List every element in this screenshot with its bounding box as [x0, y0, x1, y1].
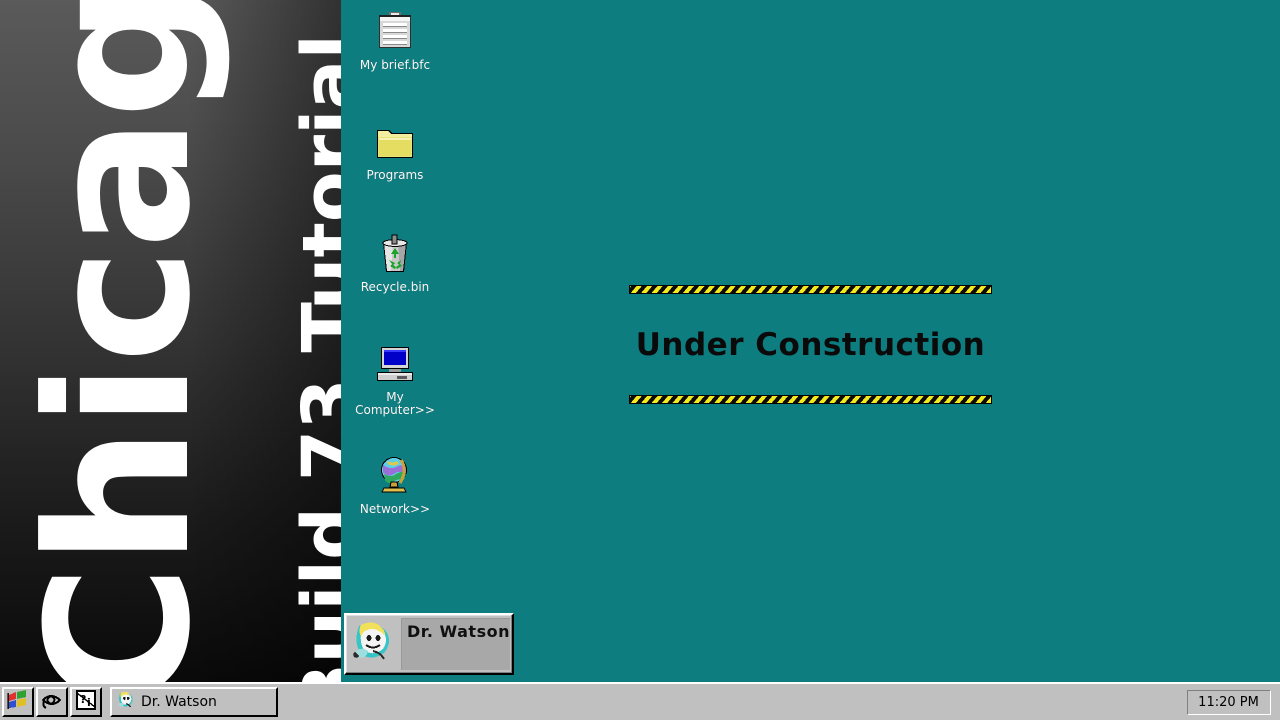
eye-find-icon: [40, 690, 64, 715]
hazard-stripe-bottom: [629, 395, 992, 404]
desktop-icon-programs[interactable]: Programs: [343, 118, 447, 182]
my-computer-icon: [371, 340, 419, 388]
dr-watson-titlebar[interactable]: Dr. Watson: [401, 618, 510, 670]
taskbar-task-label: Dr. Watson: [141, 694, 217, 710]
taskbar-task-dr-watson[interactable]: Dr. Watson: [110, 687, 278, 717]
dr-watson-icon: [349, 618, 397, 666]
dr-watson-window[interactable]: Dr. Watson: [344, 613, 514, 675]
desktop-icon-network[interactable]: Network>>: [343, 452, 447, 516]
dr-watson-title-text: Dr. Watson: [407, 622, 510, 641]
under-construction-banner: Under Construction: [629, 285, 992, 404]
briefcase-icon: [371, 8, 419, 56]
network-globe-icon: [371, 452, 419, 500]
desktop-icon-label: Programs: [366, 168, 424, 182]
system-tray: 11:20 PM: [1177, 682, 1280, 720]
hazard-stripe-top: [629, 285, 992, 294]
brand-main-title: Chicago: [6, 0, 234, 708]
start-button[interactable]: [2, 687, 34, 717]
recycle-bin-icon: [371, 230, 419, 278]
desktop-icon-label-line2: Computer>>: [355, 403, 435, 417]
desktop-icon-label: Network>>: [359, 502, 431, 516]
desktop-icon-label: Recycle.bin: [360, 280, 430, 294]
dr-watson-icon: [116, 690, 136, 715]
windows-flag-icon: [7, 689, 29, 715]
branding-panel: Chicago Build 73 Tutorial: [0, 0, 341, 720]
desktop-icon-label: My brief.bfc: [359, 58, 431, 72]
desktop-icon-recycle-bin[interactable]: Recycle.bin: [343, 230, 447, 294]
find-button[interactable]: [36, 687, 68, 717]
desktop-surface[interactable]: My brief.bfc Programs Recycle.bin My Com…: [341, 0, 1280, 720]
folder-icon: [371, 118, 419, 166]
desktop-icon-my-brief[interactable]: My brief.bfc: [343, 8, 447, 72]
taskbar-filler: [939, 682, 1177, 720]
question-info-icon: ? i: [75, 689, 97, 715]
help-button[interactable]: ? i: [70, 687, 102, 717]
taskbar-clock[interactable]: 11:20 PM: [1186, 689, 1271, 715]
desktop-icon-my-computer[interactable]: My Computer>>: [343, 340, 447, 417]
under-construction-text: Under Construction: [635, 327, 986, 363]
taskbar: ? i Dr. Watson: [0, 682, 939, 720]
brand-subtitle: Build 73 Tutorial: [287, 34, 341, 720]
